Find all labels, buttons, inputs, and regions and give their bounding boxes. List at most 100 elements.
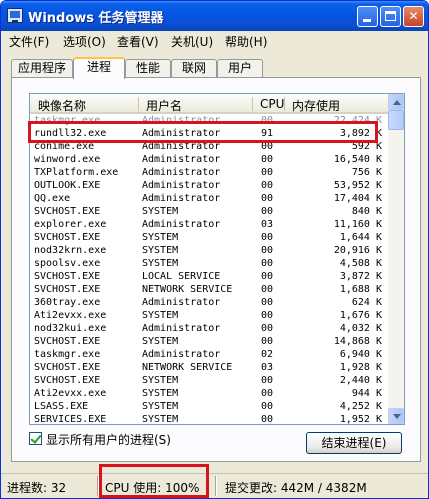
status-bar: 进程数: 32 CPU 使用: 100% 提交更改: 442M / 4382M: [1, 473, 428, 498]
process-row[interactable]: LSASS.EXE SYSTEM 00 4,252 K: [30, 400, 390, 413]
process-memory: 756 K: [351, 167, 382, 178]
process-memory: 1,928 K: [339, 362, 382, 373]
show-all-users-label[interactable]: 显示所有用户的进程(S): [46, 431, 171, 448]
process-list-header: 映像名称 用户名 CPU 内存使用: [30, 94, 390, 114]
process-user-name: SYSTEM: [142, 232, 179, 243]
process-row[interactable]: taskmgr.exe Administrator 02 6,940 K: [30, 348, 390, 361]
process-row[interactable]: QQ.exe Administrator 00 17,404 K: [30, 192, 390, 205]
column-cpu[interactable]: CPU: [260, 97, 284, 111]
process-row[interactable]: nod32krn.exe SYSTEM 00 20,916 K: [30, 244, 390, 257]
process-row[interactable]: Ati2evxx.exe SYSTEM 00 1,676 K: [30, 309, 390, 322]
process-row[interactable]: SVCHOST.EXE SYSTEM 00 2,440 K: [30, 374, 390, 387]
process-row[interactable]: SVCHOST.EXE SYSTEM 00 1,644 K: [30, 231, 390, 244]
process-row[interactable]: OUTLOOK.EXE Administrator 00 53,952 K: [30, 179, 390, 192]
process-user-name: SYSTEM: [142, 310, 179, 321]
process-user-name: Administrator: [142, 323, 221, 334]
menu-view[interactable]: 查看(V): [117, 33, 159, 50]
process-memory: 2,440 K: [339, 375, 382, 386]
column-divider[interactable]: [252, 97, 253, 111]
process-user-name: SYSTEM: [142, 388, 179, 399]
column-user-name[interactable]: 用户名: [146, 97, 182, 114]
process-row[interactable]: winword.exe Administrator 00 16,540 K: [30, 153, 390, 166]
process-cpu: 00: [261, 284, 274, 295]
process-cpu: 00: [261, 167, 274, 178]
process-cpu: 00: [261, 258, 274, 269]
menu-options[interactable]: 选项(O): [63, 33, 106, 50]
process-cpu: 00: [261, 310, 274, 321]
process-row[interactable]: 360tray.exe Administrator 00 624 K: [30, 296, 390, 309]
process-image-name: nod32krn.exe: [34, 245, 107, 256]
process-image-name: SVCHOST.EXE: [34, 336, 101, 347]
process-memory: 20,916 K: [333, 245, 382, 256]
process-user-name: NETWORK SERVICE: [142, 362, 233, 373]
minimize-button[interactable]: [357, 6, 378, 27]
menu-file[interactable]: 文件(F): [9, 33, 49, 50]
process-user-name: NETWORK SERVICE: [142, 284, 233, 295]
scroll-thumb[interactable]: [388, 110, 404, 130]
process-memory: 6,940 K: [339, 349, 382, 360]
process-memory: 4,508 K: [339, 258, 382, 269]
process-user-name: SYSTEM: [142, 245, 179, 256]
show-all-users-checkbox[interactable]: [29, 432, 42, 445]
title-bar[interactable]: Windows 任务管理器 ✕: [1, 1, 428, 31]
process-row[interactable]: Ati2evxx.exe SYSTEM 00 944 K: [30, 387, 390, 400]
menu-shutdown[interactable]: 关机(U): [171, 33, 213, 50]
process-image-name: Ati2evxx.exe: [34, 388, 107, 399]
process-cpu: 00: [261, 401, 274, 412]
process-memory: 3,872 K: [339, 271, 382, 282]
process-row[interactable]: SVCHOST.EXE NETWORK SERVICE 00 1,688 K: [30, 283, 390, 296]
process-row[interactable]: SERVICES.EXE SYSTEM 00 1,952 K: [30, 413, 390, 425]
status-commit-charge: 提交更改: 442M / 4382M: [225, 481, 367, 495]
process-image-name: TXPlatform.exe: [34, 167, 119, 178]
process-image-name: explorer.exe: [34, 219, 107, 230]
column-image-name[interactable]: 映像名称: [38, 97, 86, 114]
column-memory[interactable]: 内存使用: [292, 97, 340, 114]
end-process-button[interactable]: 结束进程(E): [306, 432, 402, 454]
scroll-down-button[interactable]: [388, 408, 404, 424]
process-user-name: SYSTEM: [142, 375, 179, 386]
process-user-name: Administrator: [142, 297, 221, 308]
tab-networking[interactable]: 联网: [171, 59, 217, 78]
process-memory: 4,032 K: [339, 323, 382, 334]
arrow-down-icon: [393, 414, 401, 419]
column-divider[interactable]: [284, 97, 285, 111]
tab-users[interactable]: 用户: [217, 59, 263, 78]
process-image-name: taskmgr.exe: [34, 349, 101, 360]
process-row[interactable]: spoolsv.exe SYSTEM 00 4,508 K: [30, 257, 390, 270]
process-user-name: Administrator: [142, 180, 221, 191]
process-memory: 14,868 K: [333, 336, 382, 347]
process-row[interactable]: explorer.exe Administrator 03 11,160 K: [30, 218, 390, 231]
process-cpu: 03: [261, 219, 274, 230]
tab-performance[interactable]: 性能: [125, 59, 171, 78]
process-cpu: 00: [261, 206, 274, 217]
process-memory: 1,952 K: [339, 414, 382, 425]
process-image-name: Ati2evxx.exe: [34, 310, 107, 321]
process-cpu: 00: [261, 323, 274, 334]
process-cpu: 00: [261, 245, 274, 256]
maximize-button[interactable]: [380, 6, 401, 27]
process-row[interactable]: TXPlatform.exe Administrator 00 756 K: [30, 166, 390, 179]
process-memory: 1,676 K: [339, 310, 382, 321]
process-cpu: 00: [261, 271, 274, 282]
process-user-name: SYSTEM: [142, 401, 179, 412]
tab-processes[interactable]: 进程: [73, 57, 125, 79]
tab-applications[interactable]: 应用程序: [11, 59, 73, 78]
close-button[interactable]: ✕: [403, 6, 424, 27]
process-memory: 16,540 K: [333, 154, 382, 165]
process-memory: 17,404 K: [333, 193, 382, 204]
process-cpu: 00: [261, 297, 274, 308]
process-row[interactable]: SVCHOST.EXE NETWORK SERVICE 03 1,928 K: [30, 361, 390, 374]
process-user-name: Administrator: [142, 193, 221, 204]
process-row[interactable]: SVCHOST.EXE SYSTEM 00 14,868 K: [30, 335, 390, 348]
vertical-scrollbar[interactable]: [388, 94, 404, 424]
process-row[interactable]: SVCHOST.EXE LOCAL SERVICE 00 3,872 K: [30, 270, 390, 283]
menu-bar: 文件(F) 选项(O) 查看(V) 关机(U) 帮助(H): [1, 31, 428, 51]
process-image-name: OUTLOOK.EXE: [34, 180, 101, 191]
menu-help[interactable]: 帮助(H): [225, 33, 267, 50]
scroll-up-button[interactable]: [388, 94, 404, 110]
process-row[interactable]: SVCHOST.EXE SYSTEM 00 840 K: [30, 205, 390, 218]
process-row[interactable]: nod32kui.exe Administrator 00 4,032 K: [30, 322, 390, 335]
process-memory: 53,952 K: [333, 180, 382, 191]
column-divider[interactable]: [138, 97, 139, 111]
process-cpu: 00: [261, 154, 274, 165]
